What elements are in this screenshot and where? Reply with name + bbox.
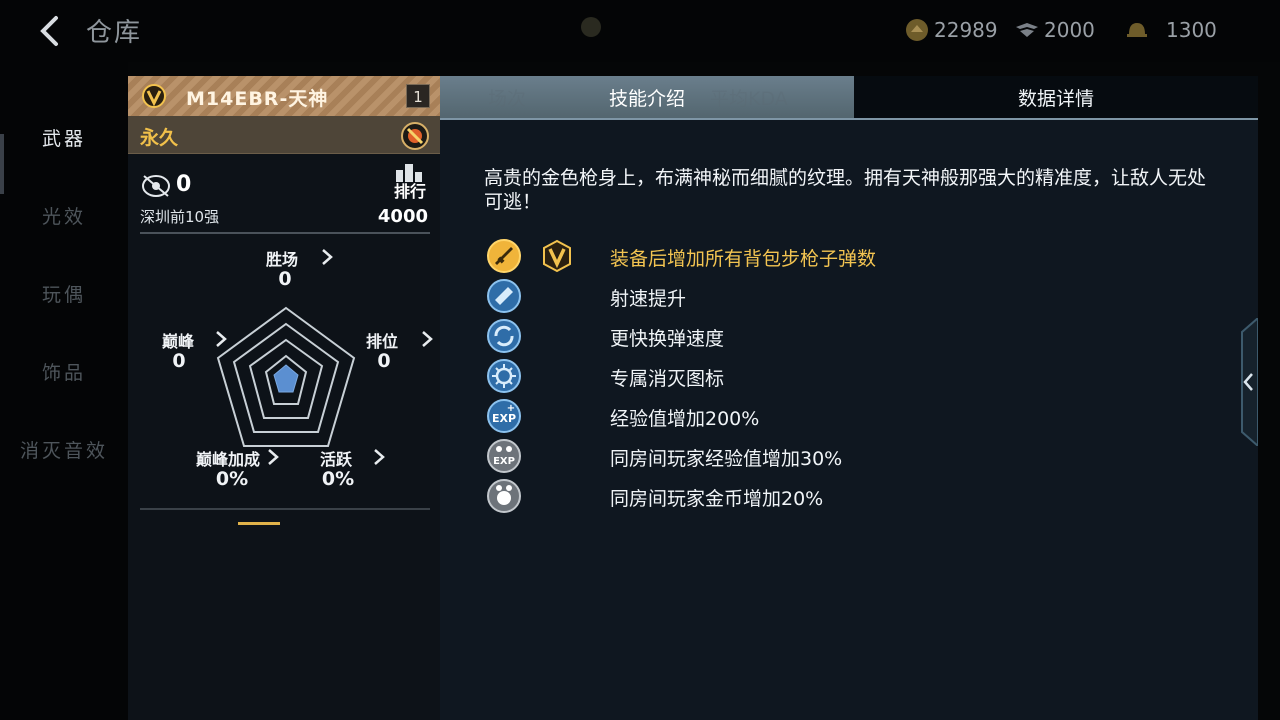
skill-text: 经验值增加200%: [610, 408, 760, 430]
skill-text: 专属消灭图标: [610, 368, 725, 390]
skill-row: 更快换弹速度: [486, 318, 1186, 356]
radar-ranked-value: 0: [377, 350, 391, 372]
tab-skill-intro-label: 技能介绍: [608, 87, 685, 110]
skill-panel: 场次 技能介绍 平均KDA 数据详情 高贵的金色枪身上，布满神秘而细腻的纹理。拥…: [440, 76, 1258, 720]
skill-text: 射速提升: [610, 288, 687, 310]
weapon-description: 高贵的金色枪身上，布满神秘而细腻的纹理。拥有天神般那强大的精准度，让敌人无处可逃…: [484, 167, 1207, 213]
currency-gold: 22989: [904, 16, 998, 44]
weapon-count-badge: 1: [406, 84, 430, 108]
skill-row: 同房间玩家金币增加20%: [486, 478, 1186, 516]
skill-text: 同房间玩家金币增加20%: [610, 488, 824, 510]
skill-row: 射速提升: [486, 278, 1186, 316]
category-sidebar: 武器 光效 玩偶 饰品 消灭音效: [0, 62, 128, 720]
wins-chevron-icon[interactable]: [320, 248, 334, 266]
center-indicator: [581, 17, 601, 37]
card-bottom-divider: [140, 508, 430, 510]
team-coin-icon: [487, 479, 521, 513]
radar-peak-bonus-value: 0%: [215, 468, 249, 490]
rifle-ammo-icon: [487, 239, 521, 273]
skill-text: 同房间玩家经验值增加30%: [610, 448, 843, 470]
leaderboard-icon[interactable]: 排行: [392, 162, 428, 201]
panel-tabs: 场次 技能介绍 平均KDA 数据详情: [440, 76, 1258, 118]
region-rank-label: 深圳前10强: [140, 208, 220, 226]
radar-peak-bonus-label: 巅峰加成: [196, 450, 261, 469]
leaderboard-label: 排行: [393, 182, 426, 201]
radar-peak-value: 0: [172, 350, 186, 372]
radar-peak-label: 巅峰: [162, 332, 195, 351]
svg-text:EXP: EXP: [493, 456, 515, 467]
page-title: 仓库: [86, 18, 143, 48]
top-bar: 仓库 22989 2000 1300: [0, 0, 1280, 62]
reload-icon: [487, 319, 521, 353]
currency-helmet: 1300: [1124, 16, 1217, 44]
tab-data-details[interactable]: 数据详情: [854, 76, 1258, 118]
helmet-icon: [1127, 23, 1147, 37]
radar-chart: [216, 306, 356, 447]
kill-icon: [487, 359, 521, 393]
peak-bonus-chevron-icon[interactable]: [266, 448, 280, 466]
team-exp-icon: EXP: [487, 439, 521, 473]
sidebar-item-accessories[interactable]: 饰品: [0, 358, 128, 385]
skill-text: 装备后增加所有背包步枪子弹数: [610, 248, 877, 270]
v-tier-badge-icon: [543, 239, 571, 273]
radar-activity-value: 0%: [321, 468, 355, 490]
gold-coin-icon: [906, 19, 928, 41]
radar-wins-label: 胜场: [266, 250, 299, 269]
skill-row: 装备后增加所有背包步枪子弹数: [486, 238, 1186, 276]
currency-wings: 2000: [1014, 16, 1095, 44]
sidebar-item-weapons[interactable]: 武器: [0, 124, 128, 151]
wings-amount: 2000: [1044, 18, 1095, 42]
tab-data-details-label: 数据详情: [1017, 87, 1094, 110]
activity-chevron-icon[interactable]: [372, 448, 386, 466]
wing-emblem-icon: [1016, 23, 1038, 37]
skill-row: EXP + 经验值增加200%: [486, 398, 1186, 436]
ghost-matches-label: 场次: [488, 88, 527, 110]
skill-row: EXP 同房间玩家经验值增加30%: [486, 438, 1186, 476]
weapon-card-header: M14EBR-天神 1: [128, 76, 440, 116]
radar-wins-value: 0: [278, 268, 292, 290]
no-trade-icon: [401, 122, 429, 150]
weapon-card[interactable]: M14EBR-天神 1 永久 0 深圳前10强 排行 4000 胜场 0 巅峰 …: [128, 76, 440, 720]
fire-rate-icon: [487, 279, 521, 313]
exp-plus-icon: EXP +: [487, 399, 521, 433]
gold-amount: 22989: [934, 18, 998, 42]
sidebar-item-effects[interactable]: 光效: [0, 202, 128, 229]
ranked-chevron-icon[interactable]: [420, 330, 434, 348]
card-divider: [140, 232, 430, 234]
v-tier-badge-icon: [142, 84, 166, 108]
weapon-name: M14EBR-天神: [186, 88, 329, 110]
sidebar-item-dolls[interactable]: 玩偶: [0, 280, 128, 307]
svg-text:+: +: [507, 403, 515, 414]
kills-value: 0: [176, 172, 192, 197]
rank-value: 4000: [377, 206, 428, 227]
sidebar-item-kill-sounds[interactable]: 消灭音效: [0, 436, 128, 463]
page-indicator: [238, 522, 280, 525]
tabs-underline: [440, 118, 1258, 120]
tab-skill-intro[interactable]: 场次 技能介绍 平均KDA: [440, 76, 854, 118]
helmet-amount: 1300: [1166, 18, 1217, 42]
radar-activity-label: 活跃: [320, 450, 353, 469]
weapon-duration: 永久: [140, 127, 179, 149]
ghost-kda-label: 平均KDA: [710, 88, 788, 110]
skill-text: 更快换弹速度: [610, 328, 725, 350]
radar-ranked-label: 排位: [366, 332, 399, 351]
back-arrow-icon[interactable]: [34, 14, 68, 48]
kills-icon: [142, 175, 170, 197]
skill-row: 专属消灭图标: [486, 358, 1186, 396]
collapse-handle-icon[interactable]: [1236, 318, 1258, 446]
